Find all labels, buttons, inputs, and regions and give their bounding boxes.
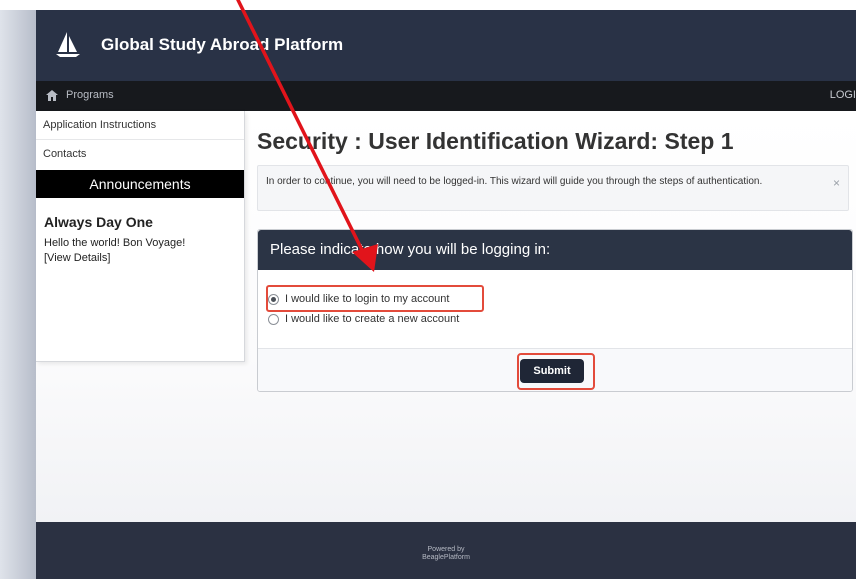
announcement-title: Always Day One [44, 214, 153, 230]
info-alert-text: In order to continue, you will need to b… [266, 176, 763, 187]
announcement-text: Hello the world! Bon Voyage! [44, 237, 186, 249]
option-create-account[interactable]: I would like to create a new account [268, 313, 459, 325]
site-header: Global Study Abroad Platform [36, 10, 856, 81]
nav-programs-label: Programs [66, 89, 114, 101]
top-margin [0, 0, 856, 10]
close-icon[interactable]: × [833, 176, 840, 190]
powered-by-text: Powered by [427, 546, 465, 553]
site-footer: Powered by BeaglePlatform [36, 522, 856, 579]
sidebar-item-contacts[interactable]: Contacts [36, 140, 244, 168]
highlight-submit-button [517, 353, 595, 390]
radio-create-account[interactable] [268, 313, 279, 325]
sailboat-logo-icon[interactable] [54, 30, 82, 58]
page: Global Study Abroad Platform Programs LO… [0, 0, 856, 579]
platform-name[interactable]: BeaglePlatform [36, 554, 856, 562]
left-strip [0, 10, 36, 579]
info-alert: In order to continue, you will need to b… [257, 165, 849, 211]
nav-login[interactable]: LOGI [830, 89, 856, 101]
home-icon [46, 89, 58, 101]
nav-programs[interactable]: Programs [46, 89, 114, 101]
sidebar: Application Instructions Contacts Announ… [36, 111, 245, 362]
announcement-body: Hello the world! Bon Voyage! [View Detai… [44, 236, 234, 266]
announcements-heading: Announcements [36, 170, 244, 198]
page-title: Security : User Identification Wizard: S… [257, 128, 734, 154]
highlight-login-option [266, 285, 484, 312]
site-title[interactable]: Global Study Abroad Platform [101, 35, 343, 55]
panel-heading: Please indicate how you will be logging … [258, 230, 852, 270]
option-create-account-label: I would like to create a new account [285, 313, 460, 325]
announcement-details-link[interactable]: [View Details] [44, 251, 234, 266]
sidebar-item-application-instructions[interactable]: Application Instructions [36, 111, 244, 140]
top-navbar: Programs LOGI [36, 81, 856, 111]
